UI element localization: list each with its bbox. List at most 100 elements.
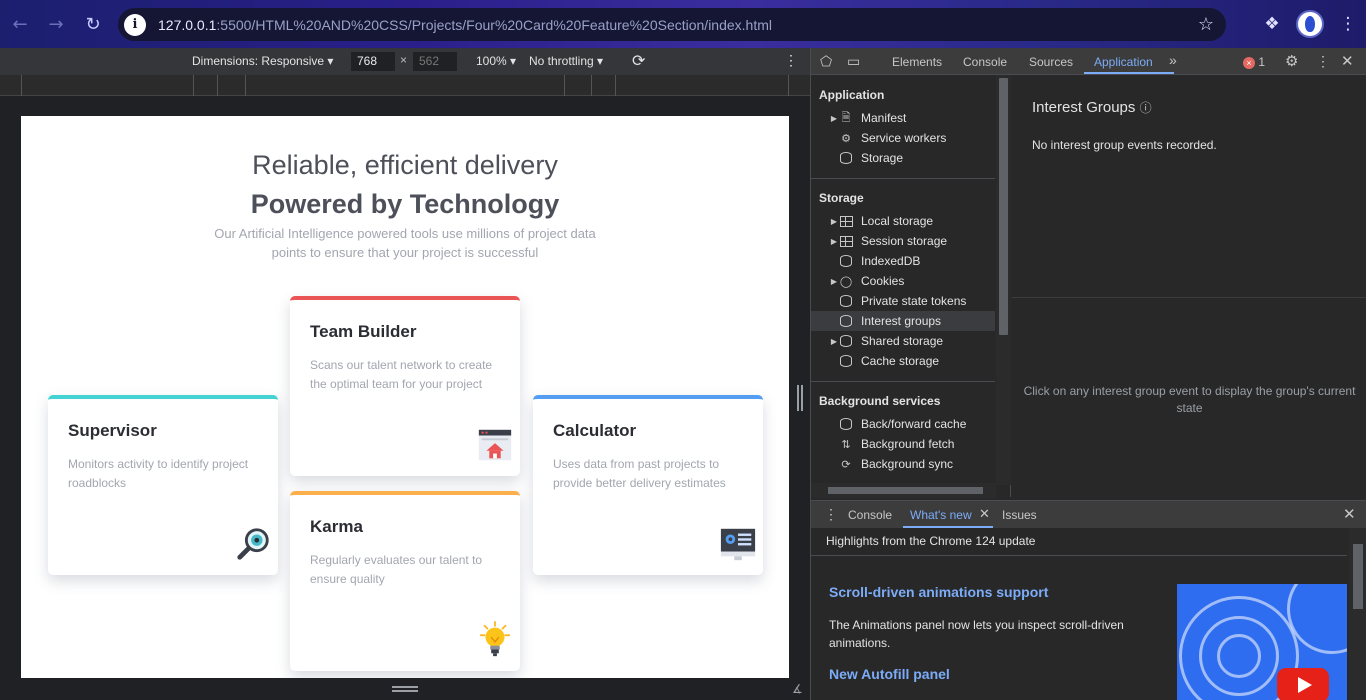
database-icon [839,294,853,308]
sidebar-item-back-forward-cache[interactable]: Back/forward cache [811,414,995,434]
tab-sources[interactable]: Sources [1029,55,1073,69]
sidebar-item-indexeddb[interactable]: IndexedDB [811,251,995,271]
pane-divider[interactable] [1012,297,1366,298]
feature-link-scroll-animations[interactable]: Scroll-driven animations support [829,584,1048,600]
details-hint: Click on any interest group event to dis… [1023,384,1356,415]
url-path: :5500/HTML%20AND%20CSS/Projects/Four%20C… [216,16,772,33]
active-tab-underline [1084,72,1174,74]
divider [811,178,995,179]
card-text: Uses data from past projects to provide … [553,457,726,490]
drawer-tab-whats-new[interactable]: What's new [910,508,972,522]
drawer-menu-icon[interactable]: ⋮ [824,506,838,523]
url-host: 127.0.0.1 [158,16,217,33]
divider [811,381,995,382]
bookmark-star-icon[interactable]: ☆ [1198,14,1214,35]
width-input[interactable]: 768 [351,52,395,71]
close-devtools-icon[interactable]: ✕ [1341,52,1354,70]
interest-groups-pane: Interest Groups ⓘ No interest group even… [1012,75,1366,497]
profile-avatar[interactable] [1296,10,1324,38]
card-text: Scans our talent network to create the o… [310,358,493,391]
viewport-resize-handle-right[interactable] [797,385,803,411]
error-count: 1 [1258,55,1266,69]
tab-elements[interactable]: Elements [892,55,942,69]
feature-link-autofill[interactable]: New Autofill panel [829,666,950,682]
sidebar-item-background-sync[interactable]: ⟳ Background sync [811,454,995,474]
media-query-ruler [0,75,810,96]
database-icon [839,334,853,348]
drawer-vertical-scrollbar[interactable] [1349,528,1366,700]
sidebar-item-interest-groups[interactable]: Interest groups [811,311,995,331]
tab-application[interactable]: Application [1094,55,1153,69]
reload-button[interactable]: ↻ [75,6,111,42]
sidebar-label: IndexedDB [861,254,921,268]
sidebar-vertical-scrollbar[interactable] [996,75,1011,485]
card-karma: Karma Regularly evaluates our talent to … [290,491,520,671]
site-info-icon[interactable]: i [124,13,146,36]
settings-gear-icon[interactable]: ⚙ [1285,52,1298,70]
height-input[interactable]: 562 [413,52,457,71]
sidebar-item-shared-storage[interactable]: ▶ Shared storage [811,331,995,351]
drawer-tab-console[interactable]: Console [848,508,892,522]
drawer-tabbar: ⋮ Console What's new ✕ Issues ✕ [811,501,1366,528]
card-supervisor: Supervisor Monitors activity to identify… [48,395,278,575]
sidebar-horizontal-scrollbar[interactable] [811,483,996,498]
url-text[interactable]: 127.0.0.1:5500/HTML%20AND%20CSS/Projects… [158,17,772,33]
cookie-icon: ◯ [839,275,853,288]
tab-console[interactable]: Console [963,55,1007,69]
table-icon [839,234,853,248]
card-title: Team Builder [310,322,417,341]
viewport-resize-handle-bottom[interactable] [392,686,418,692]
viewport-resize-corner[interactable]: ∡ [792,682,803,696]
sidebar-label: Local storage [861,214,934,228]
youtube-play-icon[interactable] [1277,668,1329,700]
error-counter[interactable]: × 1 [1243,55,1265,69]
card-calculator: Calculator Uses data from past projects … [533,395,763,575]
inspect-element-icon[interactable]: ⬠ [820,53,832,70]
rotate-icon[interactable]: ⟳ [632,51,645,71]
menu-kebab-icon[interactable]: ⋮ [1330,6,1366,42]
info-icon[interactable]: ⓘ [1140,101,1152,115]
address-bar[interactable]: i 127.0.0.1:5500/HTML%20AND%20CSS/Projec… [118,8,1226,41]
drawer-tab-issues[interactable]: Issues [1002,508,1037,522]
sidebar-item-manifest[interactable]: ▶ 🗎 Manifest [811,108,995,128]
sidebar-item-local-storage[interactable]: ▶ Local storage [811,211,995,231]
back-button[interactable]: ← [2,6,38,42]
sidebar-item-background-fetch[interactable]: ⇅ Background fetch [811,434,995,454]
extensions-icon[interactable]: ❖ [1254,6,1290,42]
sidebar-item-session-storage[interactable]: ▶ Session storage [811,231,995,251]
card-text: Monitors activity to identify project ro… [68,457,249,490]
highlights-heading: Highlights from the Chrome 124 update [826,534,1036,548]
heading-bold: Powered by Technology [250,189,560,219]
heading-light: Reliable, efficient delivery [252,150,558,180]
throttling-label: No throttling [529,54,594,68]
card-title: Karma [310,517,363,536]
more-tabs-icon[interactable]: » [1169,52,1177,68]
devtools-more-icon[interactable]: ⋮ [1316,53,1330,70]
browser-toolbar: ← → ↻ i 127.0.0.1:5500/HTML%20AND%20CSS/… [0,0,1366,48]
device-more-icon[interactable]: ⋮ [784,52,798,69]
rendered-page: Reliable, efficient delivery Powered by … [21,116,789,678]
video-thumbnail[interactable] [1177,584,1347,700]
application-sidebar: Application ▶ 🗎 Manifest ⚙ Service workers … [811,75,1011,497]
gears-icon: ⚙ [841,132,851,145]
pane-title-text: Interest Groups [1032,99,1136,116]
database-icon [839,254,853,268]
throttling-dropdown[interactable]: No throttling ▾ [529,54,603,68]
sidebar-label: Background fetch [861,437,955,451]
zoom-dropdown[interactable]: 100% ▾ [476,54,516,68]
dimension-separator: × [400,53,408,67]
sidebar-item-service-workers[interactable]: ⚙ Service workers [811,128,995,148]
card-title: Calculator [553,421,637,440]
close-tab-icon[interactable]: ✕ [979,506,990,522]
team-builder-icon [478,429,512,461]
device-toggle-icon[interactable]: ▭ [847,53,860,70]
sidebar-item-cache-storage[interactable]: Cache storage [811,351,995,371]
sidebar-item-storage[interactable]: Storage [811,148,995,168]
sidebar-item-cookies[interactable]: ▶ ◯ Cookies [811,271,995,291]
sidebar-item-private-state-tokens[interactable]: Private state tokens [811,291,995,311]
dimensions-dropdown[interactable]: Dimensions: Responsive ▾ [192,54,333,68]
forward-button[interactable]: → [38,6,74,42]
section-header-background-services: Background services [819,394,941,408]
close-drawer-icon[interactable]: ✕ [1343,505,1356,523]
database-icon [839,354,853,368]
